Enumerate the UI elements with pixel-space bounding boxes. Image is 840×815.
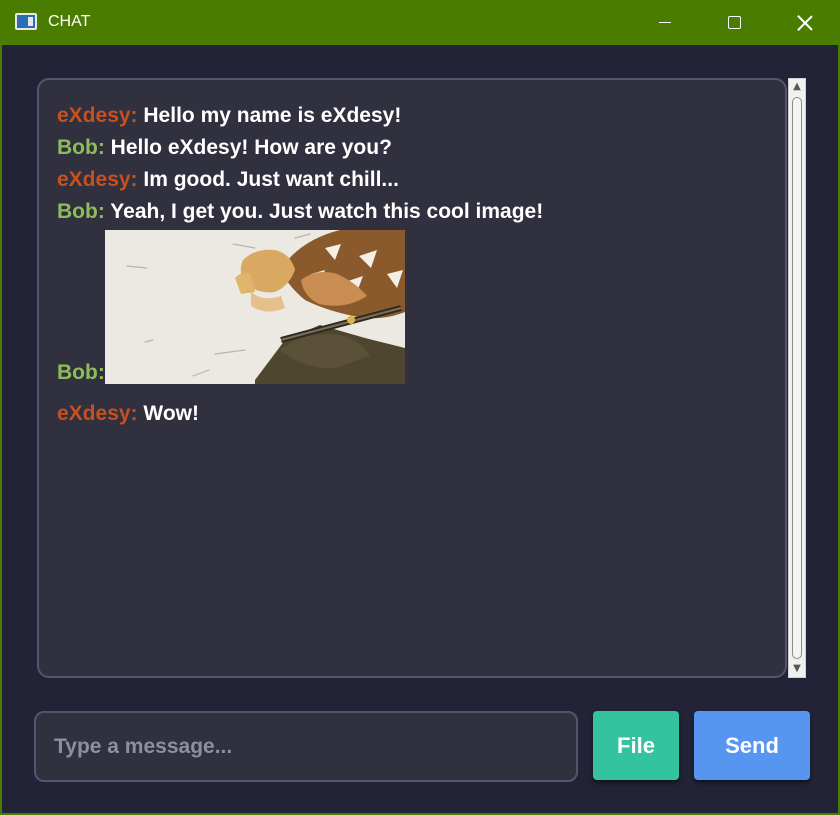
file-button[interactable]: File <box>593 711 679 780</box>
message-sender: Bob: <box>57 136 105 159</box>
message-sender: eXdesy: <box>57 168 138 191</box>
message-text: Hello my name is eXdesy! <box>143 104 402 127</box>
message-sender: eXdesy: <box>57 402 138 425</box>
message: Bob: Yeah, I get you. Just watch this co… <box>57 196 767 228</box>
chat-scrollbar[interactable]: ▲ ▼ <box>788 78 806 678</box>
close-icon <box>797 15 813 31</box>
message: eXdesy: Im good. Just want chill... <box>57 164 767 196</box>
chat-window: CHAT eXdesy: Hello my name is eXdesy! Bo… <box>0 0 840 815</box>
message-text: Wow! <box>143 402 199 425</box>
chevron-down-icon[interactable]: ▼ <box>792 664 802 674</box>
message-text: Hello eXdesy! How are you? <box>110 136 392 159</box>
image-message: Bob: <box>57 230 767 384</box>
title-bar[interactable]: CHAT <box>2 0 840 45</box>
message-sender: Bob: <box>57 361 105 384</box>
message-sender: eXdesy: <box>57 104 138 127</box>
message-text: Im good. Just want chill... <box>143 168 399 191</box>
chevron-up-icon[interactable]: ▲ <box>792 82 802 92</box>
message: eXdesy: Wow! <box>57 398 767 430</box>
send-button[interactable]: Send <box>694 711 810 780</box>
message: Bob: Hello eXdesy! How are you? <box>57 132 767 164</box>
anime-character-image[interactable] <box>104 230 405 384</box>
minimize-button[interactable] <box>642 0 688 45</box>
window-title: CHAT <box>48 13 91 30</box>
chat-messages-area[interactable]: eXdesy: Hello my name is eXdesy! Bob: He… <box>37 78 787 678</box>
minimize-icon <box>659 21 671 24</box>
maximize-icon <box>727 16 741 29</box>
maximize-button[interactable] <box>711 0 757 45</box>
scrollbar-thumb[interactable] <box>792 97 802 659</box>
close-button[interactable] <box>782 0 828 45</box>
message-text: Yeah, I get you. Just watch this cool im… <box>110 200 544 223</box>
message: eXdesy: Hello my name is eXdesy! <box>57 100 767 132</box>
message-input[interactable] <box>34 711 578 782</box>
app-window-icon <box>15 13 37 30</box>
message-sender: Bob: <box>57 200 105 223</box>
